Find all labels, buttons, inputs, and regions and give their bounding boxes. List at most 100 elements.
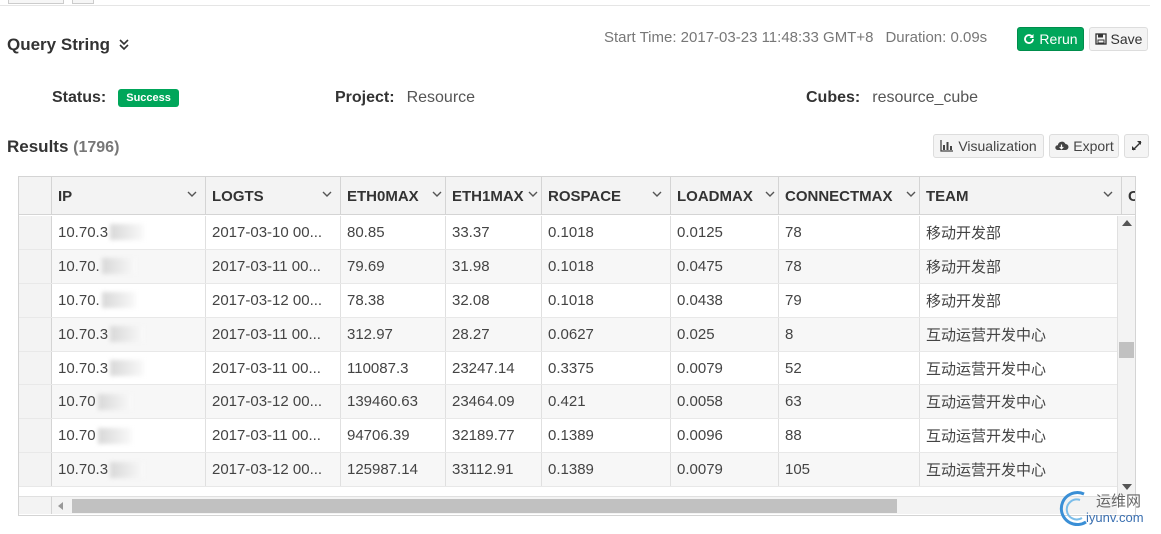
row-header[interactable] <box>19 453 52 487</box>
row-header[interactable] <box>19 419 52 453</box>
cubes-label: Cubes: <box>806 89 861 106</box>
cell-eth1max: 33.37 <box>446 216 542 249</box>
row-header[interactable] <box>19 317 52 351</box>
cell-team: 移动开发部 <box>920 216 1122 249</box>
chevron-down-icon[interactable] <box>906 189 916 199</box>
project-info: Project: Resource <box>335 89 475 107</box>
row-header[interactable] <box>19 283 52 317</box>
status-badge: Success <box>118 89 179 107</box>
chevron-down-icon[interactable] <box>528 189 538 199</box>
query-string-toggle[interactable]: Query String <box>7 35 130 55</box>
results-grid: IP LOGTS ETH0MAX ETH1MAX ROSPACE LOADMAX… <box>18 176 1136 516</box>
cell-team: 互动运营开发中心 <box>920 453 1122 487</box>
save-button[interactable]: Save <box>1089 27 1148 51</box>
column-header-team[interactable]: TEAM <box>920 177 1122 215</box>
cell-team: 互动运营开发中心 <box>920 351 1122 385</box>
table-row[interactable]: 10.70.3 2017-03-11 00... 110087.3 23247.… <box>19 351 1122 386</box>
table-row[interactable]: 10.70. 2017-03-12 00... 78.38 32.08 0.10… <box>19 283 1122 318</box>
watermark: 运维网 iyunv.com <box>1056 488 1161 530</box>
cell-logts: 2017-03-12 00... <box>206 453 341 487</box>
visualization-label: Visualization <box>958 138 1037 154</box>
column-title: TEAM <box>926 187 969 205</box>
cell-eth0max: 312.97 <box>341 317 446 351</box>
cell-loadmax: 0.0079 <box>671 351 779 385</box>
column-header-connectmax[interactable]: CONNECTMAX <box>779 177 920 215</box>
cell-rospace: 0.3375 <box>542 351 671 385</box>
horizontal-scroll-thumb[interactable] <box>72 499 897 513</box>
cell-eth1max: 32189.77 <box>446 419 542 453</box>
scroll-up-arrow-icon[interactable] <box>1122 220 1132 226</box>
column-header-logts[interactable]: LOGTS <box>206 177 341 215</box>
table-row[interactable]: 10.70.3 2017-03-10 00... 80.85 33.37 0.1… <box>19 216 1122 250</box>
cell-connectmax: 52 <box>779 351 920 385</box>
cell-logts: 2017-03-12 00... <box>206 283 341 317</box>
rerun-button[interactable]: Rerun <box>1017 27 1084 51</box>
cell-rospace: 0.421 <box>542 385 671 419</box>
cell-rospace: 0.1018 <box>542 249 671 283</box>
chevron-down-icon[interactable] <box>652 189 662 199</box>
cell-rospace: 0.1018 <box>542 216 671 249</box>
ip-value: 10.70 <box>58 393 96 411</box>
table-row[interactable]: 10.70. 2017-03-11 00... 79.69 31.98 0.10… <box>19 249 1122 284</box>
chevron-down-icon[interactable] <box>765 189 775 199</box>
save-label: Save <box>1110 31 1143 47</box>
visualization-button[interactable]: Visualization <box>933 134 1044 158</box>
row-header-corner <box>19 177 52 214</box>
column-header-ip[interactable]: IP <box>52 177 206 215</box>
cell-eth0max: 139460.63 <box>341 385 446 419</box>
scroll-left-arrow-icon[interactable] <box>58 502 63 510</box>
cell-loadmax: 0.0438 <box>671 283 779 317</box>
vertical-scrollbar[interactable] <box>1117 216 1135 496</box>
cell-loadmax: 0.0058 <box>671 385 779 419</box>
bar-chart-icon <box>940 140 954 152</box>
chevron-down-icon[interactable] <box>322 189 332 199</box>
column-title: CONNECTMAX <box>785 187 893 205</box>
status-info: Status: Success <box>52 89 179 107</box>
cell-loadmax: 0.0079 <box>671 453 779 487</box>
cell-eth1max: 23247.14 <box>446 351 542 385</box>
column-header-rospace[interactable]: ROSPACE <box>542 177 671 215</box>
double-chevron-down-icon <box>119 39 129 51</box>
row-header[interactable] <box>19 249 52 283</box>
column-header-eth0max[interactable]: ETH0MAX <box>341 177 446 215</box>
chevron-down-icon[interactable] <box>1103 189 1113 199</box>
project-label: Project: <box>335 89 395 106</box>
fullscreen-button[interactable] <box>1124 134 1149 158</box>
row-header[interactable] <box>19 385 52 419</box>
ip-value: 10.70.3 <box>58 359 109 377</box>
table-row[interactable]: 10.70.3 2017-03-11 00... 312.97 28.27 0.… <box>19 317 1122 352</box>
chevron-down-icon[interactable] <box>187 189 197 199</box>
cell-rospace: 0.0627 <box>542 317 671 351</box>
cell-ip: 10.70 <box>52 419 206 453</box>
query-string-title: Query String <box>7 35 110 54</box>
horizontal-scrollbar[interactable] <box>52 496 1117 514</box>
column-header-cou[interactable]: COU <box>1122 177 1135 215</box>
rerun-label: Rerun <box>1039 31 1078 47</box>
column-header-loadmax[interactable]: LOADMAX <box>671 177 779 215</box>
chevron-down-icon[interactable] <box>432 189 442 199</box>
toolbar-button-stub[interactable] <box>72 0 94 4</box>
row-header[interactable] <box>19 216 52 249</box>
table-row[interactable]: 10.70.3 2017-03-12 00... 125987.14 33112… <box>19 453 1122 488</box>
toolbar-button-stub[interactable] <box>8 0 64 4</box>
cell-eth1max: 31.98 <box>446 249 542 283</box>
redacted-blur <box>97 427 132 444</box>
project-value: Resource <box>406 89 476 106</box>
table-row[interactable]: 10.70 2017-03-12 00... 139460.63 23464.0… <box>19 385 1122 420</box>
table-row[interactable]: 10.70 2017-03-11 00... 94706.39 32189.77… <box>19 419 1122 454</box>
row-header[interactable] <box>19 351 52 385</box>
cell-connectmax: 8 <box>779 317 920 351</box>
vertical-scroll-thumb[interactable] <box>1119 342 1134 358</box>
cell-logts: 2017-03-11 00... <box>206 317 341 351</box>
refresh-icon <box>1024 34 1035 44</box>
cell-eth1max: 33112.91 <box>446 453 542 487</box>
export-button[interactable]: Export <box>1049 134 1119 158</box>
cell-rospace: 0.1389 <box>542 453 671 487</box>
cell-team: 互动运营开发中心 <box>920 385 1122 419</box>
column-header-eth1max[interactable]: ETH1MAX <box>446 177 542 215</box>
start-time: Start Time: 2017-03-23 11:48:33 GMT+8 <box>604 29 874 46</box>
cell-ip: 10.70.3 <box>52 317 206 351</box>
cell-eth0max: 79.69 <box>341 249 446 283</box>
watermark-text: 运维网 <box>1096 493 1142 510</box>
cell-logts: 2017-03-11 00... <box>206 351 341 385</box>
